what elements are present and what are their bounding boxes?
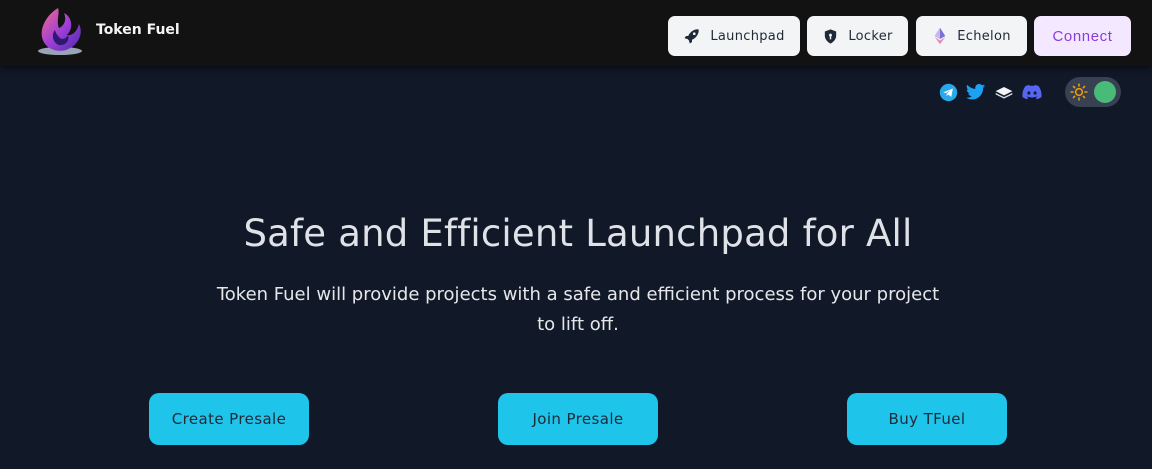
sun-icon — [1070, 83, 1088, 101]
gitbook-link[interactable] — [994, 82, 1014, 102]
twitter-link[interactable] — [966, 82, 986, 102]
hero-title: Safe and Efficient Launchpad for All — [243, 212, 913, 255]
join-presale-button[interactable]: Join Presale — [498, 393, 658, 445]
create-presale-button[interactable]: Create Presale — [149, 393, 309, 445]
twitter-icon — [966, 84, 986, 100]
buy-tfuel-label: Buy TFuel — [888, 410, 966, 428]
join-presale-label: Join Presale — [532, 410, 624, 428]
create-presale-label: Create Presale — [171, 410, 287, 428]
token-fuel-logo — [38, 8, 82, 55]
launchpad-button[interactable]: Launchpad — [668, 16, 800, 56]
connect-wallet-button[interactable]: Connect — [1034, 16, 1131, 56]
discord-icon — [1022, 84, 1042, 100]
echelon-button[interactable]: Echelon — [916, 16, 1027, 56]
brand-name: Token Fuel — [96, 22, 180, 38]
ethereum-icon — [934, 27, 946, 45]
telegram-icon — [939, 83, 957, 101]
brand[interactable]: Token Fuel — [34, 4, 180, 56]
discord-link[interactable] — [1022, 82, 1042, 102]
social-links — [938, 82, 1042, 102]
locker-button[interactable]: Locker — [807, 16, 908, 56]
gitbook-icon — [995, 87, 1013, 99]
telegram-link[interactable] — [938, 82, 958, 102]
navbar: Token Fuel Launchpad Locker Echelon Conn… — [0, 0, 1152, 66]
rocket-icon — [684, 29, 700, 44]
shield-lock-icon — [825, 28, 837, 44]
hero-subtitle: Token Fuel will provide projects with a … — [216, 284, 940, 335]
locker-label: Locker — [848, 28, 893, 44]
theme-toggle[interactable] — [1065, 77, 1121, 107]
echelon-label: Echelon — [957, 28, 1011, 44]
toggle-knob — [1094, 81, 1116, 103]
buy-tfuel-button[interactable]: Buy TFuel — [847, 393, 1007, 445]
launchpad-label: Launchpad — [710, 28, 785, 44]
connect-label: Connect — [1052, 27, 1113, 45]
